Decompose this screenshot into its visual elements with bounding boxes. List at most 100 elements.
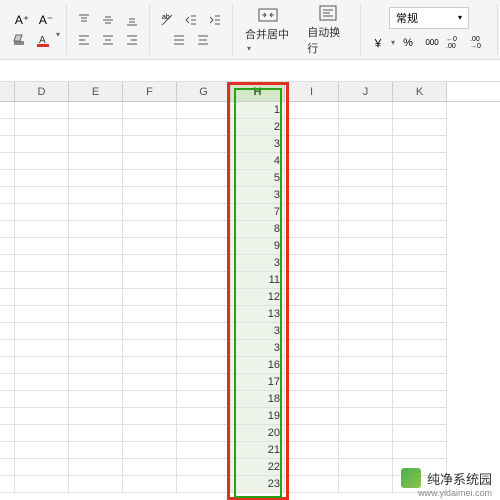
cell[interactable]: [393, 272, 447, 289]
cell[interactable]: [285, 170, 339, 187]
cell[interactable]: [393, 289, 447, 306]
cell[interactable]: [123, 119, 177, 136]
cell[interactable]: 3: [231, 323, 285, 340]
cell[interactable]: [285, 357, 339, 374]
cell[interactable]: [69, 153, 123, 170]
align-right-button[interactable]: [121, 30, 143, 50]
number-format-dropdown[interactable]: 常规 ▾: [389, 7, 469, 29]
cell[interactable]: [69, 238, 123, 255]
distribute-button[interactable]: [192, 30, 214, 50]
cell[interactable]: 23: [231, 476, 285, 493]
cell[interactable]: [69, 136, 123, 153]
cell[interactable]: [393, 374, 447, 391]
cell[interactable]: [123, 357, 177, 374]
cell[interactable]: [177, 459, 231, 476]
cell[interactable]: [177, 442, 231, 459]
orientation-button[interactable]: ab: [156, 10, 178, 30]
cell[interactable]: [339, 459, 393, 476]
align-center-button[interactable]: [97, 30, 119, 50]
cell[interactable]: [69, 204, 123, 221]
cell[interactable]: [69, 187, 123, 204]
cell[interactable]: [123, 408, 177, 425]
cell[interactable]: [285, 136, 339, 153]
cell[interactable]: [285, 102, 339, 119]
cell[interactable]: [69, 425, 123, 442]
cell[interactable]: [339, 187, 393, 204]
cell[interactable]: [123, 323, 177, 340]
cell[interactable]: [123, 306, 177, 323]
cell[interactable]: [15, 306, 69, 323]
cell[interactable]: [339, 340, 393, 357]
cell[interactable]: [393, 323, 447, 340]
column-header-F[interactable]: F: [123, 82, 177, 101]
cell[interactable]: [285, 340, 339, 357]
cell[interactable]: [15, 425, 69, 442]
cell[interactable]: [69, 408, 123, 425]
cell[interactable]: [15, 221, 69, 238]
cell[interactable]: 18: [231, 391, 285, 408]
cell[interactable]: 20: [231, 425, 285, 442]
decrease-decimal-button[interactable]: ←0 .00: [445, 33, 467, 53]
cell[interactable]: [339, 408, 393, 425]
cell[interactable]: [393, 391, 447, 408]
cell[interactable]: 3: [231, 255, 285, 272]
justify-button[interactable]: [168, 30, 190, 50]
cell[interactable]: [339, 136, 393, 153]
cell[interactable]: 3: [231, 340, 285, 357]
cell[interactable]: [177, 374, 231, 391]
cell[interactable]: [69, 102, 123, 119]
align-bottom-button[interactable]: [121, 10, 143, 30]
cell[interactable]: [285, 289, 339, 306]
cell[interactable]: [177, 408, 231, 425]
cell[interactable]: [393, 425, 447, 442]
cell[interactable]: [69, 289, 123, 306]
cell[interactable]: [177, 153, 231, 170]
cell[interactable]: [285, 476, 339, 493]
cell[interactable]: [15, 136, 69, 153]
cell[interactable]: [177, 323, 231, 340]
cell[interactable]: [285, 272, 339, 289]
cell[interactable]: [339, 119, 393, 136]
cell[interactable]: [15, 153, 69, 170]
cell[interactable]: [15, 408, 69, 425]
cell[interactable]: [285, 187, 339, 204]
cell[interactable]: [393, 340, 447, 357]
cell[interactable]: [123, 238, 177, 255]
cell[interactable]: [15, 476, 69, 493]
cell[interactable]: [15, 442, 69, 459]
cell[interactable]: 8: [231, 221, 285, 238]
cell[interactable]: [393, 357, 447, 374]
font-decrease-button[interactable]: A⁻: [35, 10, 57, 30]
cell[interactable]: [393, 119, 447, 136]
cell[interactable]: [69, 391, 123, 408]
align-left-button[interactable]: [73, 30, 95, 50]
cell[interactable]: [339, 357, 393, 374]
increase-indent-button[interactable]: [204, 10, 226, 30]
cell[interactable]: [123, 459, 177, 476]
cell[interactable]: [69, 255, 123, 272]
cell[interactable]: [339, 102, 393, 119]
cell[interactable]: [69, 272, 123, 289]
cell[interactable]: 13: [231, 306, 285, 323]
cell[interactable]: [339, 425, 393, 442]
cell[interactable]: [15, 323, 69, 340]
wrap-text-button[interactable]: 自动换行: [301, 2, 354, 58]
cell[interactable]: 17: [231, 374, 285, 391]
cell[interactable]: [285, 374, 339, 391]
cell[interactable]: [15, 391, 69, 408]
column-header-H[interactable]: H: [231, 82, 285, 101]
cell[interactable]: [339, 442, 393, 459]
cell[interactable]: [123, 442, 177, 459]
cell[interactable]: [69, 476, 123, 493]
cell[interactable]: [177, 170, 231, 187]
cell[interactable]: [177, 221, 231, 238]
cell[interactable]: [15, 374, 69, 391]
cell[interactable]: [285, 425, 339, 442]
cell[interactable]: [285, 204, 339, 221]
cell[interactable]: [177, 340, 231, 357]
cell[interactable]: [15, 204, 69, 221]
cell[interactable]: [339, 255, 393, 272]
decrease-indent-button[interactable]: [180, 10, 202, 30]
cell[interactable]: [339, 306, 393, 323]
cell[interactable]: [69, 119, 123, 136]
